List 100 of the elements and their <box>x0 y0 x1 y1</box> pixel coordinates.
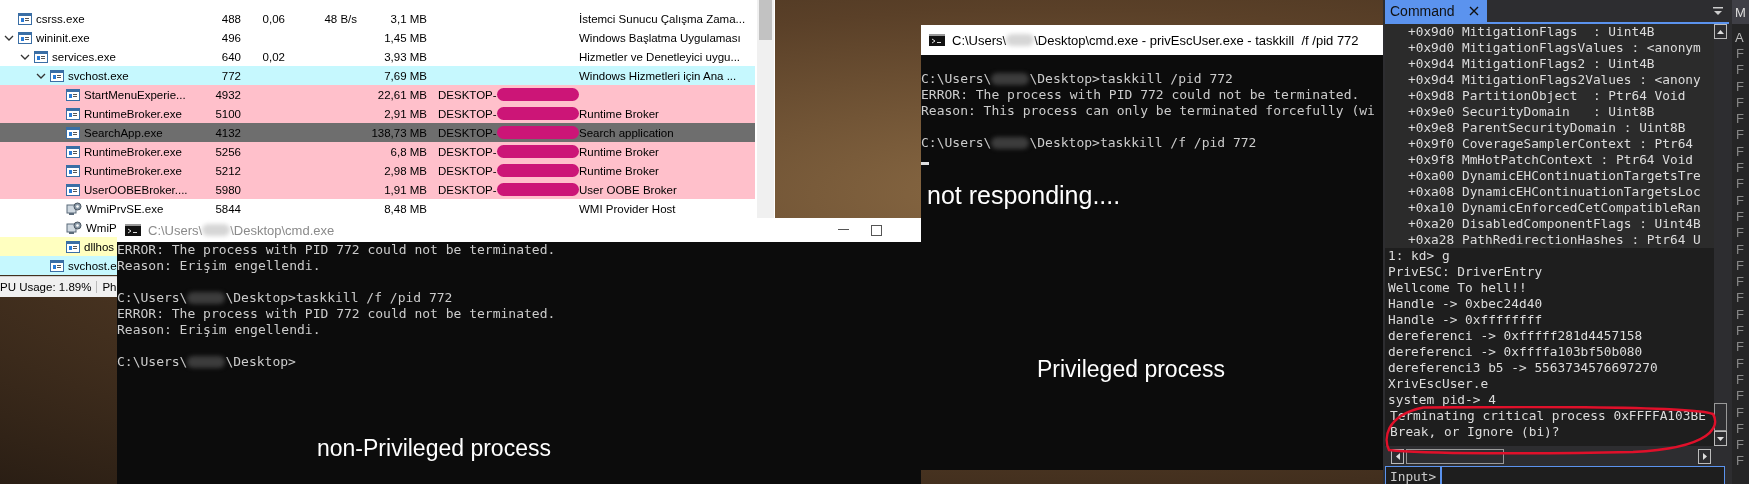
panel-row-text: F <box>1735 437 1745 454</box>
maximize-icon[interactable] <box>871 224 882 236</box>
process-row[interactable]: dllhos <box>0 237 117 256</box>
process-row[interactable]: RuntimeBroker.exe 5212 2,98 MB DESKTOP- Runtime Broker <box>0 161 755 180</box>
scrollbar[interactable] <box>757 0 774 218</box>
panel-row-text: F <box>1735 225 1745 242</box>
output-line: 1: kd> g <box>1387 248 1451 264</box>
memory-text: 1,45 MB <box>384 31 427 44</box>
command-tab[interactable]: Command <box>1385 0 1487 22</box>
user-name: DESKTOP- <box>438 183 497 196</box>
console-icon <box>125 224 141 236</box>
scroll-right-icon[interactable] <box>1698 448 1711 464</box>
window-title: C:\Users\ <box>148 222 203 238</box>
process-name: WmiPrvSE.exe <box>86 202 164 215</box>
process-name: StartMenuExperie... <box>84 88 186 101</box>
scroll-up-icon[interactable] <box>1714 24 1727 39</box>
console-line: Reason: This process can only be terminated forcefully (wi <box>921 103 1375 119</box>
output-line: +0x9d0 MitigationFlags : Uint4B <box>1407 24 1656 40</box>
status-text: Ph <box>96 281 117 293</box>
panel-row-text: F <box>1735 274 1745 291</box>
panel-header: A <box>1734 29 1745 46</box>
scroll-down-icon[interactable] <box>1714 431 1727 446</box>
caption-text: Privileged process <box>1037 356 1225 383</box>
output-line: +0xa20 DisabledComponentFlags : Uint4B <box>1407 216 1702 232</box>
memory-text: 138,73 MB <box>371 126 427 139</box>
panel-row-text: F <box>1735 127 1745 144</box>
scroll-thumb[interactable] <box>1406 448 1504 464</box>
panel-row-text: F <box>1735 46 1745 63</box>
panel-row-text: F <box>1735 339 1745 356</box>
window-icon <box>66 145 80 158</box>
process-row[interactable]: SearchApp.exe 4132 138,73 MB DESKTOP- Search application <box>0 123 755 142</box>
window-icon <box>18 31 32 44</box>
process-name: RuntimeBroker.exe <box>84 164 182 177</box>
output-line: +0xa00 DynamicEHContinuationTargetsTre <box>1407 168 1702 184</box>
window-icon <box>34 50 48 63</box>
pid-text: 496 <box>221 31 241 44</box>
panel-row-text: F <box>1735 143 1745 161</box>
blurred-text <box>202 224 231 236</box>
process-row[interactable]: RuntimeBroker.exe 5256 6,8 MB DESKTOP- Runtime Broker <box>0 142 755 161</box>
console-line: \Desktop>taskkill /f /pid 772 <box>225 290 453 306</box>
output-line: +0x9f8 MmHotPatchContext : Ptr64 Void <box>1407 152 1695 168</box>
gear-computer-icon <box>66 220 82 235</box>
description-text: WMI Provider Host <box>579 202 676 215</box>
description-text: Windows Başlatma Uygulaması <box>579 31 741 44</box>
output-line: dereferenci -> 0xfffff281d4457158 <box>1387 328 1644 344</box>
panel-row-text: F <box>1735 176 1745 193</box>
window-icon <box>66 88 80 101</box>
console-line: C:\Users\ <box>921 135 992 151</box>
output-line: +0x9e0 SecurityDomain : Uint8B <box>1407 104 1656 120</box>
panel-row-text: F <box>1735 290 1745 307</box>
panel-row-text: F <box>1735 62 1745 79</box>
close-icon[interactable] <box>1468 6 1479 16</box>
output-line: Handle -> 0xbec24d40 <box>1387 296 1544 312</box>
blurred-text <box>187 356 226 368</box>
output-line: +0x9d4 MitigationFlags2Values : <anony <box>1407 72 1702 88</box>
output-line: +0x9e8 ParentSecurityDomain : Uint8B <box>1407 120 1687 136</box>
output-line: Handle -> 0xffffffff <box>1387 312 1544 328</box>
dropdown-icon[interactable] <box>1713 6 1723 16</box>
console-line: C:\Users\ <box>117 290 188 306</box>
output-line: system pid-> 4 <box>1387 392 1497 408</box>
command-input-field[interactable] <box>1441 466 1725 484</box>
window-icon <box>66 107 80 120</box>
memory-text: 1,91 MB <box>384 183 427 196</box>
process-row[interactable]: UserOOBEBroker.... 5980 1,91 MB DESKTOP- User OOBE Broker <box>0 180 755 199</box>
pid-text: 5844 <box>215 202 241 215</box>
process-row[interactable]: WmiP <box>0 218 117 237</box>
pid-text: 4132 <box>215 126 241 139</box>
panel-row-text: F <box>1735 111 1745 128</box>
process-row[interactable]: svchost.e <box>0 256 117 275</box>
process-name: RuntimeBroker.exe <box>84 107 182 120</box>
window-title: \Desktop\cmd.exe <box>230 222 335 238</box>
output-line: +0x9f0 CoverageSamplerContext : Ptr64 <box>1407 136 1695 152</box>
console-line: C:\Users\ <box>921 71 992 87</box>
process-name: RuntimeBroker.exe <box>84 145 182 158</box>
console-line: ERROR: The process with PID 772 could not be terminated. <box>921 87 1360 103</box>
process-row[interactable]: StartMenuExperie... 4932 22,61 MB DESKTOP- <box>0 85 755 104</box>
panel-tab[interactable]: M <box>1732 0 1749 24</box>
pid-text: 5256 <box>215 145 241 158</box>
console-line: Reason: Erişim engellendi. <box>117 322 321 338</box>
panel-row-text: F <box>1735 323 1745 340</box>
output-line: +0xa28 PathRedirectionHashes : Ptr64 U <box>1407 232 1702 248</box>
window-title: C:\Users\ <box>952 32 1007 48</box>
window-icon <box>50 69 64 82</box>
description-text: Runtime Broker <box>579 145 659 158</box>
memory-text: 22,61 MB <box>377 88 427 101</box>
console-line: \Desktop>taskkill /pid 772 <box>1029 71 1233 87</box>
output-line: +0xa10 DynamicEnforcedCetCompatibleRan <box>1407 200 1702 216</box>
panel-row-text: F <box>1735 371 1745 389</box>
pid-text: 640 <box>221 50 241 63</box>
process-name: SearchApp.exe <box>84 126 163 139</box>
pid-text: 488 <box>221 12 241 25</box>
output-line: +0x9d0 MitigationFlagsValues : <anonym <box>1407 40 1702 56</box>
process-row[interactable]: svchost.exe 772 7,69 MB Windows Hizmetleri için Ana ... <box>0 66 755 85</box>
output-line: Wellcome To hell!! <box>1387 280 1528 296</box>
window-icon <box>66 183 80 196</box>
process-row[interactable]: RuntimeBroker.exe 5100 2,91 MB DESKTOP- Runtime Broker <box>0 104 755 123</box>
process-name: dllhos <box>84 240 115 253</box>
console-line: \Desktop> <box>225 354 296 370</box>
window-icon <box>66 164 80 177</box>
minimize-icon[interactable] <box>838 229 849 231</box>
